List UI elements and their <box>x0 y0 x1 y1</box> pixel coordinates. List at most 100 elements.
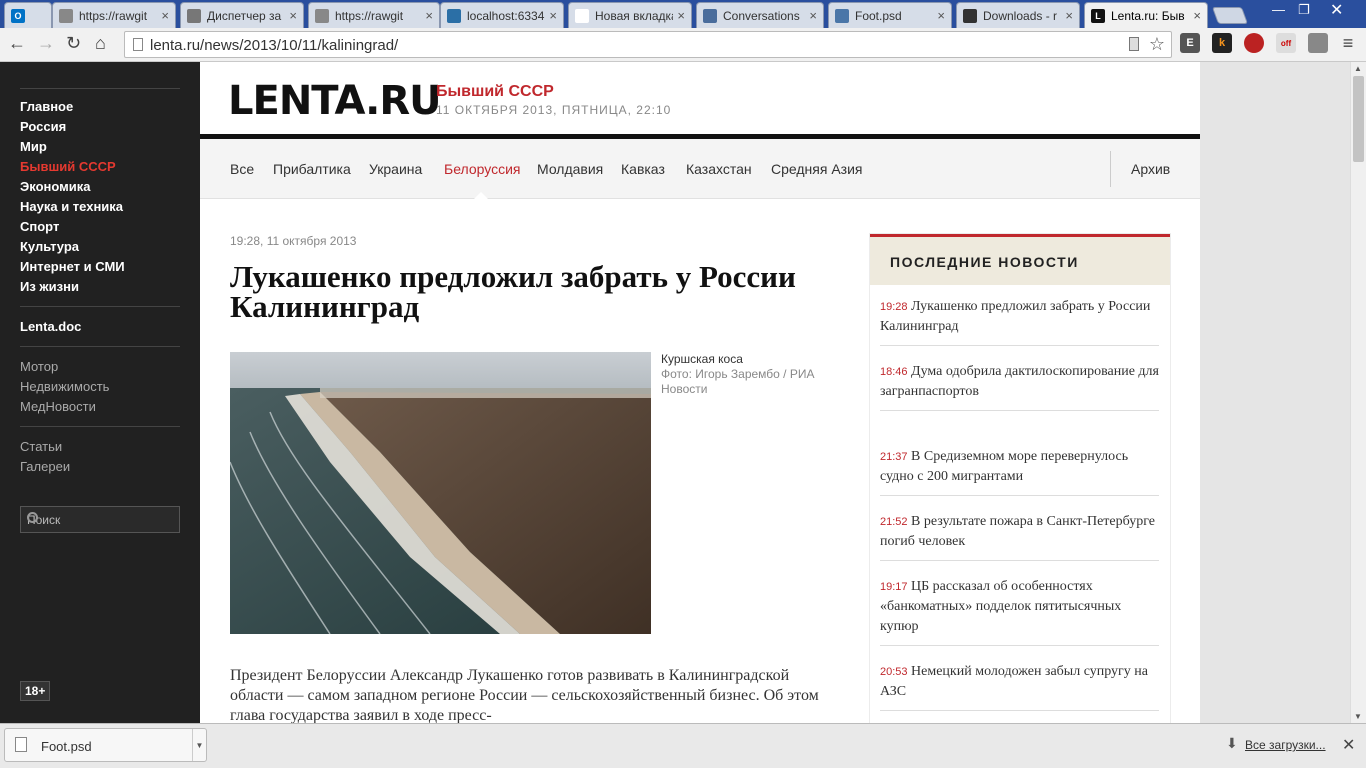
news-headline[interactable]: Дума одобрила дактилоскопирование для за… <box>880 364 1159 399</box>
all-downloads-link[interactable]: Все загрузки... <box>1245 738 1326 752</box>
chevron-down-icon[interactable]: ▼ <box>192 729 206 761</box>
minimize-button[interactable]: — <box>1272 2 1285 17</box>
menu-icon[interactable]: ≡ <box>1338 33 1358 53</box>
region-nav: Все Прибалтика Украина Белоруссия Молдавия Ка… <box>200 139 1200 199</box>
tab-title: https://rawgit <box>335 8 404 23</box>
sidebar-nav-item[interactable]: Главное <box>20 99 73 114</box>
close-tab-icon[interactable]: × <box>1065 8 1073 23</box>
tab-title: Foot.psd <box>855 8 902 23</box>
news-headline[interactable]: ЦБ рассказал об особенностях «банкоматны… <box>880 579 1121 634</box>
news-headline[interactable]: В результате пожара в Санкт-Петербурге п… <box>880 514 1155 549</box>
adblock-extension-icon[interactable]: off <box>1276 33 1296 53</box>
reload-button[interactable]: ↻ <box>66 33 81 54</box>
restore-button[interactable]: ❐ <box>1298 2 1310 18</box>
browser-tab[interactable]: Downloads - r × <box>956 2 1080 28</box>
region-tab[interactable]: Украина <box>369 161 422 177</box>
news-item[interactable]: 18:46 Дума одобрила дактилоскопирование … <box>880 362 1159 411</box>
browser-toolbar: ← → ↻ ⌂ lenta.ru/news/2013/10/11/kalinin… <box>0 28 1366 62</box>
region-tab[interactable]: Все <box>230 161 254 177</box>
region-tab[interactable]: Молдавия <box>537 161 603 177</box>
url-text[interactable]: lenta.ru/news/2013/10/11/kaliningrad/ <box>150 37 398 54</box>
archive-link[interactable]: Архив <box>1131 161 1170 177</box>
search-input[interactable]: Поиск <box>20 506 180 533</box>
search-icon[interactable] <box>27 512 38 523</box>
browser-tab[interactable]: Conversations × <box>696 2 824 28</box>
news-item[interactable]: 20:53 Немецкий молодожен забыл супругу н… <box>880 662 1159 711</box>
evernote-extension-icon[interactable]: E <box>1180 33 1200 53</box>
close-tab-icon[interactable]: × <box>161 8 169 23</box>
page-action-icon[interactable] <box>1129 37 1139 51</box>
sidebar-nav-item[interactable]: Наука и техника <box>20 199 123 214</box>
news-item[interactable]: 21:52 В результате пожара в Санкт-Петерб… <box>880 512 1159 561</box>
close-shelf-icon[interactable]: ✕ <box>1342 735 1355 755</box>
page-icon <box>315 8 329 23</box>
new-tab-button[interactable] <box>1211 7 1249 24</box>
scroll-thumb[interactable] <box>1353 76 1364 162</box>
close-tab-icon[interactable]: × <box>937 8 945 23</box>
address-bar[interactable]: lenta.ru/news/2013/10/11/kaliningrad/ ☆ <box>124 31 1172 58</box>
section-title[interactable]: Бывший СССР <box>436 83 554 101</box>
k-extension-icon[interactable]: k <box>1212 33 1232 53</box>
news-headline[interactable]: Немецкий молодожен забыл супругу на АЗС <box>880 664 1148 699</box>
close-window-button[interactable]: ✕ <box>1330 0 1343 20</box>
blank-tab-icon <box>575 8 589 23</box>
back-button[interactable]: ← <box>8 33 26 54</box>
sidebar-nav-item[interactable]: Галереи <box>20 459 70 474</box>
region-tab[interactable]: Прибалтика <box>273 161 351 177</box>
news-item[interactable]: 19:28 Лукашенко предложил забрать у Росс… <box>880 297 1159 346</box>
photo-caption: Куршская коса Фото: Игорь Зарембо / РИА … <box>661 352 821 397</box>
divider <box>20 306 180 307</box>
region-tab[interactable]: Казахстан <box>686 161 752 177</box>
sidebar-nav-item[interactable]: Экономика <box>20 179 91 194</box>
news-headline[interactable]: В Средиземном море перевернулось судно с… <box>880 449 1128 484</box>
close-tab-icon[interactable]: × <box>677 8 685 23</box>
sidebar-nav-item[interactable]: Бывший СССР <box>20 159 116 174</box>
sidebar-nav-item[interactable]: Россия <box>20 119 66 134</box>
browser-tab[interactable]: Новая вкладка × <box>568 2 692 28</box>
browser-tab[interactable]: L Lenta.ru: Быв × <box>1084 2 1208 28</box>
browser-tab[interactable]: https://rawgit × <box>308 2 440 28</box>
page-viewport: Главное Россия Мир Бывший СССР Экономика Наук… <box>0 62 1350 723</box>
close-tab-icon[interactable]: × <box>1193 8 1201 23</box>
tab-title: Conversations <box>723 8 800 23</box>
caption-title: Куршская коса <box>661 352 743 366</box>
region-tab[interactable]: Белоруссия <box>444 161 521 177</box>
browser-tab[interactable]: localhost:6334 × <box>440 2 564 28</box>
scroll-down-icon[interactable]: ▼ <box>1354 712 1362 721</box>
browser-tab[interactable]: O <box>4 2 52 28</box>
home-button[interactable]: ⌂ <box>95 33 106 54</box>
sidebar-nav-item[interactable]: Культура <box>20 239 79 254</box>
browser-tab[interactable]: Foot.psd × <box>828 2 952 28</box>
sidebar-nav-item[interactable]: Спорт <box>20 219 59 234</box>
close-tab-icon[interactable]: × <box>549 8 557 23</box>
news-item[interactable]: 21:37 В Средиземном море перевернулось с… <box>880 447 1159 496</box>
sidebar-nav-item[interactable]: Интернет и СМИ <box>20 259 125 274</box>
sidebar-nav-item[interactable]: Lenta.doc <box>20 319 81 334</box>
sidebar-nav-item[interactable]: Статьи <box>20 439 62 454</box>
region-tab[interactable]: Средняя Азия <box>771 161 863 177</box>
sofa-extension-icon[interactable] <box>1244 33 1264 53</box>
close-tab-icon[interactable]: × <box>425 8 433 23</box>
scroll-up-icon[interactable]: ▲ <box>1354 64 1362 73</box>
region-tab[interactable]: Кавказ <box>621 161 665 177</box>
bookmark-star-icon[interactable]: ☆ <box>1149 34 1165 55</box>
tools-extension-icon[interactable] <box>1308 33 1328 53</box>
sidebar-nav-item[interactable]: Мир <box>20 139 47 154</box>
close-tab-icon[interactable]: × <box>809 8 817 23</box>
site-header: LENTA.RU Бывший СССР 11 ОКТЯБРЯ 2013, ПЯ… <box>200 62 1200 134</box>
browser-tab[interactable]: Диспетчер за × <box>180 2 304 28</box>
download-shelf: Foot.psd ▼ ⬇ Все загрузки... ✕ <box>0 723 1366 768</box>
close-tab-icon[interactable]: × <box>289 8 297 23</box>
news-headline[interactable]: Лукашенко предложил забрать у России Кал… <box>880 299 1150 334</box>
forward-button[interactable]: → <box>37 33 55 54</box>
browser-tab[interactable]: https://rawgit × <box>52 2 176 28</box>
news-item[interactable]: 19:17 ЦБ рассказал об особенностях «банк… <box>880 577 1159 646</box>
sidebar-nav-item[interactable]: МедНовости <box>20 399 96 414</box>
page-scrollbar[interactable]: ▲ ▼ <box>1350 62 1366 723</box>
sidebar-nav-item[interactable]: Из жизни <box>20 279 79 294</box>
site-logo[interactable]: LENTA.RU <box>228 78 442 124</box>
download-item[interactable]: Foot.psd ▼ <box>4 728 207 762</box>
sidebar-nav-item[interactable]: Мотор <box>20 359 58 374</box>
sidebar-nav-item[interactable]: Недвижимость <box>20 379 109 394</box>
tab-title: Downloads - r <box>983 8 1058 23</box>
